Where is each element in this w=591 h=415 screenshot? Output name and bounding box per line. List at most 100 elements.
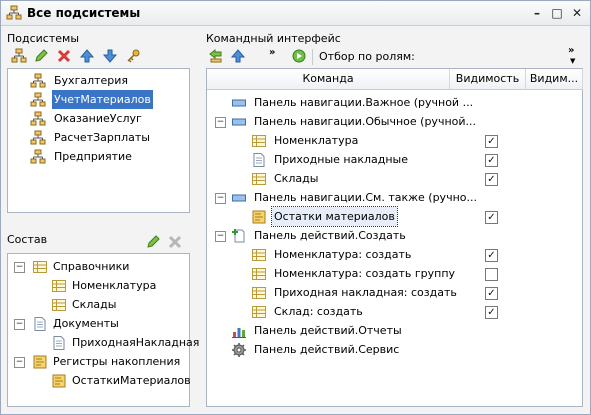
minimize-button[interactable]: – (529, 5, 545, 21)
command-interface-label: Командный интерфейс (206, 32, 341, 45)
composition-item[interactable]: ПриходнаяНакладная (8, 333, 199, 352)
document-icon (53, 336, 65, 350)
catalog-icon (252, 287, 266, 299)
collapse-toggle-icon[interactable]: − (14, 319, 25, 330)
collapse-toggle-icon[interactable]: − (215, 231, 226, 242)
command-row[interactable]: Склады ✓ (207, 169, 580, 188)
visibility-checkbox[interactable]: ✓ (485, 173, 498, 186)
run-icon[interactable] (291, 48, 307, 64)
catalog-icon (252, 135, 266, 147)
composition-item-label: ОстаткиМатериалов (72, 374, 191, 387)
command-row-label: Панель навигации.Важное (ручной ... (254, 96, 474, 109)
subsystem-item-label: ОказаниеУслуг (54, 112, 142, 125)
subsystem-item[interactable]: УчетМатериалов (8, 90, 187, 109)
command-row[interactable]: − Панель навигации.Обычное (ручной... (207, 112, 580, 131)
maximize-button[interactable]: □ (549, 5, 565, 21)
register-icon (52, 374, 66, 388)
composition-group-label: Документы (53, 317, 119, 330)
filter-overflow-icon[interactable]: » (568, 45, 574, 56)
edit-pencil-icon[interactable] (145, 234, 161, 250)
filter-dropdown-icon[interactable]: ▼ (570, 57, 575, 65)
move-up-icon[interactable] (230, 48, 246, 64)
move-down-icon[interactable] (102, 48, 118, 64)
composition-item-label: ПриходнаяНакладная (72, 336, 200, 349)
command-row[interactable]: Номенклатура: создать ✓ (207, 245, 580, 264)
composition-group-label: Регистры накопления (53, 355, 181, 368)
composition-item[interactable]: Склады (8, 295, 187, 314)
command-table: Команда Видимость Видим... Панель навига… (206, 68, 583, 407)
subsystem-item[interactable]: РасчетЗарплаты (8, 128, 187, 147)
register-icon (252, 210, 266, 224)
key-icon[interactable] (125, 48, 141, 64)
command-row-label: Панель действий.Отчеты (254, 324, 402, 337)
collapse-toggle-icon[interactable]: − (14, 357, 25, 368)
catalog-icon (52, 299, 66, 311)
subsystems-label: Подсистемы (7, 32, 80, 45)
command-row[interactable]: Номенклатура ✓ (207, 131, 580, 150)
toolbar-overflow-icon[interactable]: » (269, 47, 275, 58)
close-button[interactable]: ✕ (569, 5, 585, 21)
catalog-icon (33, 261, 47, 273)
visibility-checkbox[interactable]: ✓ (485, 211, 498, 224)
service-gear-icon (232, 343, 246, 357)
command-row-label: Остатки материалов (271, 206, 398, 227)
visibility-checkbox[interactable]: ✓ (485, 287, 498, 300)
document-icon (253, 153, 265, 167)
subsystem-tree-icon (30, 149, 46, 164)
column-header-visibility[interactable]: Видимость (450, 69, 526, 90)
visibility-checkbox[interactable]: ✓ (485, 154, 498, 167)
visibility-checkbox[interactable]: ✓ (485, 135, 498, 148)
collapse-toggle-icon[interactable]: − (215, 193, 226, 204)
command-row[interactable]: − Панель действий.Создать (207, 226, 580, 245)
command-row[interactable]: Номенклатура: создать группу (207, 264, 580, 283)
command-row[interactable]: Панель навигации.Важное (ручной ... (207, 93, 580, 112)
edit-pencil-icon[interactable] (33, 48, 49, 64)
subsystem-item[interactable]: ОказаниеУслуг (8, 109, 187, 128)
change-order-icon[interactable] (208, 48, 224, 64)
subsystem-item-label: УчетМатериалов (52, 90, 153, 109)
minimize-icon: – (534, 6, 540, 20)
command-row[interactable]: Панель действий.Отчеты (207, 321, 580, 340)
command-row[interactable]: Приходные накладные ✓ (207, 150, 580, 169)
catalog-icon (252, 249, 266, 261)
command-row[interactable]: − Панель навигации.См. также (ручно... (207, 188, 580, 207)
composition-item[interactable]: ОстаткиМатериалов (8, 371, 191, 390)
command-row[interactable]: Склад: создать ✓ (207, 302, 580, 321)
command-row-label: Номенклатура: создать группу (274, 267, 456, 280)
subsystems-app-icon (6, 5, 22, 20)
composition-group[interactable]: − Справочники (8, 257, 187, 276)
close-icon: ✕ (571, 6, 583, 20)
composition-item[interactable]: Номенклатура (8, 276, 187, 295)
composition-group[interactable]: − Регистры накопления (8, 352, 187, 371)
composition-group[interactable]: − Документы (8, 314, 187, 333)
move-up-icon[interactable] (79, 48, 95, 64)
visibility-checkbox[interactable] (485, 268, 498, 281)
command-row[interactable]: Панель действий.Сервис (207, 340, 580, 359)
toolbar-separator (312, 49, 313, 65)
visibility-checkbox[interactable]: ✓ (485, 306, 498, 319)
subsystem-tree-icon (30, 111, 46, 126)
delete-x-icon[interactable] (167, 234, 183, 250)
delete-x-icon[interactable] (56, 48, 72, 64)
visibility-checkbox[interactable]: ✓ (485, 249, 498, 262)
subsystem-tree-icon[interactable] (11, 48, 27, 64)
command-row[interactable]: Приходная накладная: создать ✓ (207, 283, 580, 302)
catalog-icon (252, 306, 266, 318)
collapse-toggle-icon[interactable]: − (14, 262, 25, 273)
column-header-command[interactable]: Команда (207, 69, 450, 90)
subsystem-item[interactable]: Предприятие (8, 147, 187, 166)
subsystem-item-label: Бухгалтерия (54, 74, 129, 87)
subsystem-item[interactable]: Бухгалтерия (8, 71, 187, 90)
subsystem-item-label: РасчетЗарплаты (54, 131, 150, 144)
command-row-label: Панель действий.Сервис (254, 343, 400, 356)
catalog-icon (252, 173, 266, 185)
command-row-label: Панель навигации.См. также (ручно... (254, 191, 477, 204)
nav-panel-icon (232, 194, 246, 202)
create-action-icon (232, 229, 245, 243)
command-row-label: Склады (274, 172, 319, 185)
column-header-visibility-2[interactable]: Видим... (526, 69, 583, 90)
collapse-toggle-icon[interactable]: − (215, 117, 226, 128)
composition-item-label: Склады (72, 298, 117, 311)
command-row[interactable]: Остатки материалов ✓ (207, 206, 580, 227)
reports-icon (232, 328, 246, 338)
